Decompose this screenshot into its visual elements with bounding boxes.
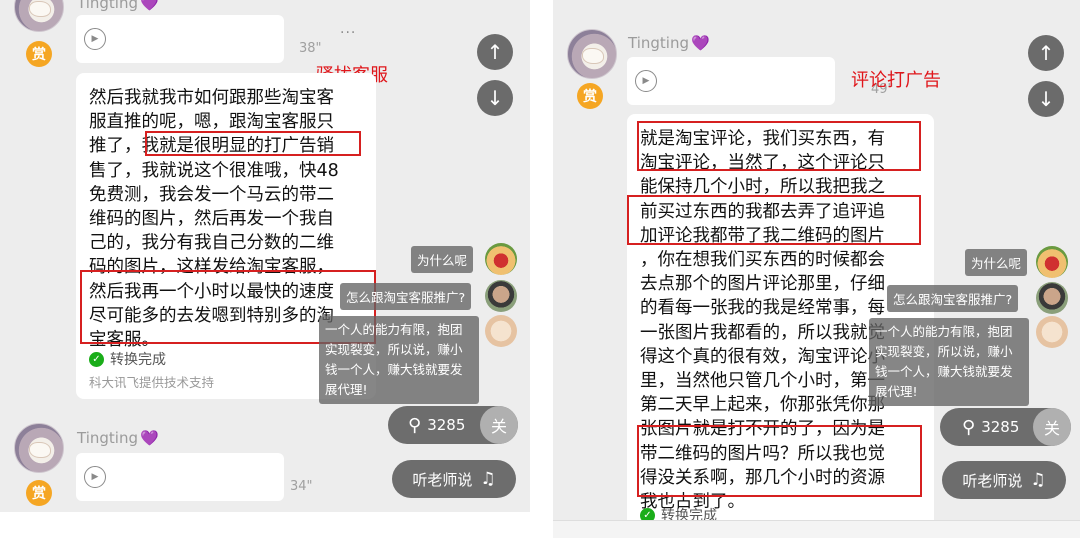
answer-chip[interactable]: 一个人的能力有限，抱团 实现裂变，所以说，赚小 钱一个人，赚大钱就要发 展代理! — [319, 316, 479, 404]
answer-line: 展代理! — [325, 382, 368, 397]
annotation-label: 评论打广告 — [851, 70, 941, 91]
answer-line: 一个人的能力有限，抱团 — [875, 324, 1013, 339]
scroll-up-button[interactable]: ↑ — [477, 34, 513, 70]
voice-message[interactable]: ▶ — [76, 453, 284, 501]
nickname-text: Tingting — [77, 0, 138, 12]
avatar[interactable] — [14, 423, 64, 473]
answer-line: 实现裂变，所以说，赚小 — [325, 342, 463, 357]
close-button[interactable]: 关 — [1033, 408, 1071, 446]
transcript-line: 的看每一张我的我是经常事，每 — [640, 298, 885, 319]
question-chip-why[interactable]: 为什么呢 — [965, 249, 1028, 276]
play-icon[interactable]: ▶ — [635, 70, 657, 92]
avatar[interactable] — [1036, 246, 1068, 278]
heart-icon: 💜 — [139, 429, 159, 447]
play-icon[interactable]: ▶ — [84, 28, 106, 50]
highlight-box — [145, 131, 361, 156]
listen-teacher-button[interactable]: 听老师说 ♫ — [942, 461, 1066, 499]
listener-count: 3285 — [981, 418, 1020, 436]
highlight-box — [627, 195, 921, 245]
headphones-icon: ♫ — [1030, 470, 1046, 490]
scroll-down-button[interactable]: ↓ — [1028, 81, 1064, 117]
listen-teacher-button[interactable]: 听老师说 ♫ — [392, 460, 516, 498]
answer-line: 钱一个人，赚大钱就要发 — [325, 362, 463, 377]
heart-icon: 💜 — [139, 0, 159, 12]
avatar[interactable] — [14, 0, 64, 32]
reward-badge[interactable]: 赏 — [577, 83, 603, 109]
check-icon: ✓ — [89, 351, 104, 367]
voice-message[interactable]: ▶ — [76, 15, 284, 63]
avatar[interactable] — [1036, 282, 1068, 314]
scroll-down-button[interactable]: ↓ — [477, 80, 513, 116]
listen-label: 听老师说 — [412, 470, 473, 489]
avatar[interactable] — [485, 280, 517, 312]
play-icon[interactable]: ▶ — [84, 466, 106, 488]
close-button[interactable]: 关 — [480, 406, 518, 444]
status-text: 转换完成 — [110, 352, 166, 368]
highlight-box — [637, 121, 921, 171]
avatar[interactable] — [567, 29, 617, 79]
nickname: Tingting 💜 — [77, 0, 159, 12]
question-chip-how[interactable]: 怎么跟淘宝客服推广? — [340, 283, 472, 310]
more-dots-icon[interactable]: ··· — [340, 25, 356, 41]
listeners-icon: ⚲ — [962, 416, 976, 438]
transcript-line: 己的，我分有我自己分数的二维 — [89, 233, 334, 254]
listener-count: 3285 — [427, 416, 466, 434]
transcript-line: 免费测，我会发一个马云的带二 — [89, 184, 334, 205]
listener-count-pill[interactable]: ⚲ 3285 关 — [940, 408, 1071, 446]
question-chip-how[interactable]: 怎么跟淘宝客服推广? — [887, 285, 1019, 312]
heart-icon: 💜 — [690, 34, 710, 52]
voice-duration: 38" — [299, 41, 322, 56]
headphones-icon: ♫ — [480, 469, 496, 489]
listener-count-pill[interactable]: ⚲ 3285 关 — [388, 406, 518, 444]
answer-chip[interactable]: 一个人的能力有限，抱团 实现裂变，所以说，赚小 钱一个人，赚大钱就要发 展代理! — [869, 318, 1029, 406]
transcript-line: 售了，我就说这个很准哦，快48 — [89, 160, 339, 181]
listen-label: 听老师说 — [962, 471, 1023, 490]
transcript-line: 去点那个的图片评论那里，仔细 — [640, 274, 885, 295]
conversion-status: ✓ 转换完成 — [89, 349, 166, 369]
highlight-box — [637, 425, 922, 497]
voice-duration: 34" — [290, 479, 313, 494]
listeners-icon: ⚲ — [408, 414, 422, 436]
nickname: Tingting 💜 — [77, 429, 159, 447]
left-chat-screenshot: 赏 Tingting💜 ▶ 38" ··· 骚扰客服 然后我就我市如何跟那些淘宝… — [0, 0, 530, 512]
transcript-line: ，你在想我们买东西的时候都会 — [640, 250, 885, 271]
transcript-line: 得这个真的很有效，淘宝评论小 — [640, 346, 885, 367]
answer-line: 钱一个人，赚大钱就要发 — [875, 364, 1013, 379]
right-chat-screenshot: 赏 Tingting 💜 ▶ 49" ··· 评论打广告 就是淘宝评论，我们买东西… — [553, 0, 1080, 538]
reward-badge[interactable]: 赏 — [26, 41, 52, 67]
question-chip-why[interactable]: 为什么呢 — [411, 246, 474, 273]
transcript-line: 维码的图片，然后再发一个我自 — [89, 209, 334, 230]
answer-line: 实现裂变，所以说，赚小 — [875, 344, 1013, 359]
avatar[interactable] — [485, 315, 517, 347]
scroll-up-button[interactable]: ↑ — [1028, 35, 1064, 71]
nickname: Tingting 💜 — [628, 34, 710, 52]
transcript-line: 然后我就我市如何跟那些淘宝客 — [89, 88, 334, 108]
answer-line: 展代理! — [875, 384, 918, 399]
avatar[interactable] — [1036, 316, 1068, 348]
nickname-text: Tingting — [77, 429, 138, 447]
tech-credit: 科大讯飞提供技术支持 — [89, 375, 215, 390]
avatar[interactable] — [485, 243, 517, 275]
bottom-input-bar[interactable] — [553, 520, 1080, 538]
nickname-text: Tingting — [628, 34, 689, 52]
transcript-line: 第二天早上起来，你那张凭你那 — [640, 395, 885, 416]
reward-badge[interactable]: 赏 — [26, 480, 52, 506]
answer-line: 一个人的能力有限，抱团 — [325, 322, 463, 337]
voice-message[interactable]: ▶ — [627, 57, 835, 105]
transcript-line: 里，当然他只管几个小时，第一 — [640, 371, 885, 392]
transcript-line: 一张图片我都看的，所以我就觉 — [640, 322, 885, 343]
